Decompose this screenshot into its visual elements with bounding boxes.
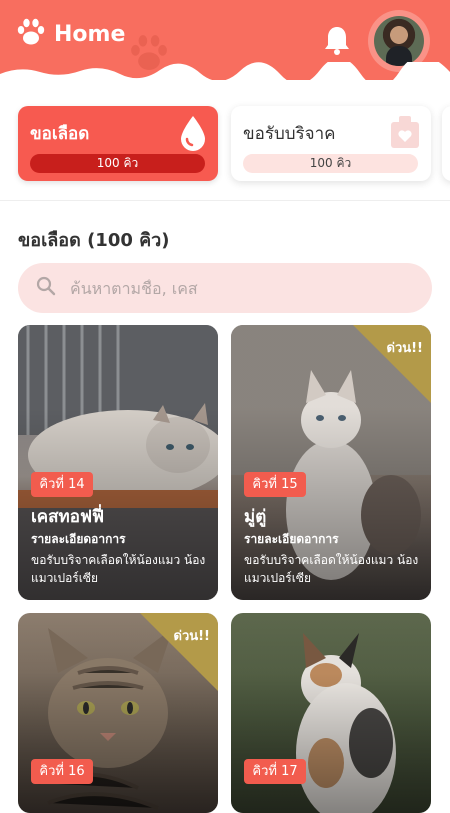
brand[interactable]: Home bbox=[16, 18, 125, 50]
case-card[interactable]: คิวที่ 17 bbox=[231, 613, 431, 813]
divider bbox=[0, 200, 450, 201]
donation-box-icon bbox=[389, 114, 421, 154]
search-bar[interactable] bbox=[18, 263, 432, 313]
paw-logo-icon bbox=[16, 18, 46, 50]
detail-text: ขอรับบริจาคเลือดให้น้องแมว น้องแมวเปอร์เ… bbox=[244, 553, 419, 585]
search-input[interactable] bbox=[70, 278, 390, 298]
category-blood-request[interactable]: ขอเลือด 100 คิว bbox=[18, 106, 218, 181]
category-donation-request[interactable]: ขอรับบริจาค 100 คิว bbox=[231, 106, 431, 181]
case-card[interactable]: คิวที่ 14 เคสทอฟฟี่ รายละเอียดอาการ ขอรั… bbox=[18, 325, 218, 600]
category-count: 100 คิว bbox=[30, 154, 205, 173]
detail-title: รายละเอียดอาการ bbox=[244, 532, 339, 546]
category-count: 100 คิว bbox=[243, 154, 418, 173]
queue-badge: คิวที่ 15 bbox=[244, 472, 306, 497]
detail-title: รายละเอียดอาการ bbox=[31, 532, 126, 546]
search-icon bbox=[36, 276, 56, 300]
queue-badge: คิวที่ 14 bbox=[31, 472, 93, 497]
header-wave bbox=[0, 62, 450, 80]
category-card-partial[interactable] bbox=[442, 106, 450, 181]
case-card[interactable]: ด่วน!! คิวที่ 16 bbox=[18, 613, 218, 813]
queue-badge: คิวที่ 17 bbox=[244, 759, 306, 784]
category-tabs: ขอเลือด 100 คิว ขอรับบริจาค 100 คิว bbox=[0, 96, 450, 196]
pet-name: มู่ตู่ bbox=[244, 507, 267, 527]
page-title: Home bbox=[54, 21, 126, 47]
notification-bell-icon[interactable] bbox=[322, 24, 352, 60]
case-card[interactable]: ด่วน!! คิวที่ 15 มู่ตู่ รายละเอียดอาการ … bbox=[231, 325, 431, 600]
section-title: ขอเลือด (100 คิว) bbox=[18, 230, 170, 251]
app-header: Home bbox=[0, 0, 450, 80]
urgent-label: ด่วน!! bbox=[386, 341, 424, 356]
detail-text: ขอรับบริจาคเลือดให้น้องแมว น้องแมวเปอร์เ… bbox=[31, 553, 206, 585]
urgent-label: ด่วน!! bbox=[173, 629, 211, 644]
user-avatar[interactable] bbox=[374, 16, 424, 66]
queue-badge: คิวที่ 16 bbox=[31, 759, 93, 784]
pet-name: เคสทอฟฟี่ bbox=[31, 507, 105, 527]
blood-drop-icon bbox=[178, 114, 208, 156]
